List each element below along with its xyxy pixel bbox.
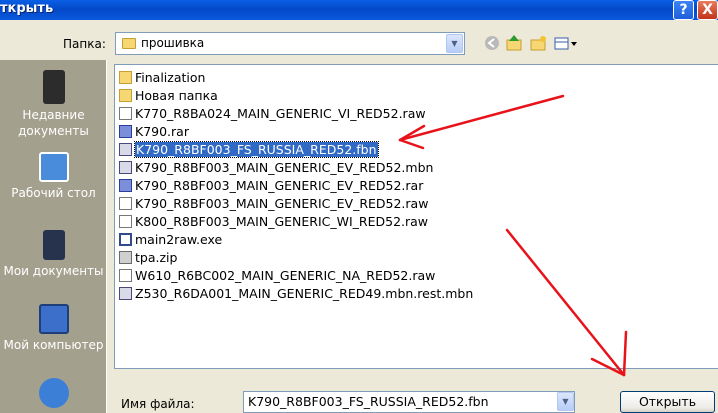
list-item[interactable]: W610_R6BC002_MAIN_GENERIC_NA_RED52.raw [119, 267, 435, 284]
list-item[interactable]: tpa.zip [119, 249, 177, 266]
folder-icon [119, 71, 132, 84]
places-desktop-label: Рабочий стол [11, 186, 96, 200]
close-button[interactable]: X [697, 0, 718, 20]
window-title: ткрыть [0, 1, 54, 16]
places-bar: Недавние документы Рабочий стол Мои доку… [0, 60, 107, 413]
file-name: Новая папка [135, 88, 218, 103]
places-desktop[interactable]: Рабочий стол [0, 152, 107, 201]
list-item[interactable]: K790_R8BF003_MAIN_GENERIC_EV_RED52.mbn [119, 159, 433, 176]
list-item[interactable]: Finalization [119, 69, 205, 86]
view-menu-icon[interactable] [554, 37, 577, 50]
file-list[interactable]: Finalization Новая папка K770_R8BA024_MA… [114, 64, 718, 369]
places-recent[interactable]: Недавние документы [0, 70, 107, 139]
exe-file-icon [119, 233, 132, 246]
raw-file-icon [119, 215, 132, 228]
file-name: K790_R8BF003_FS_RUSSIA_RED52.fbn [134, 141, 379, 158]
list-item[interactable]: main2raw.exe [119, 231, 222, 248]
my-documents-icon [42, 230, 65, 260]
folder-icon [122, 38, 136, 49]
folder-icon [119, 89, 132, 102]
binary-file-icon [119, 161, 132, 174]
raw-file-icon [119, 107, 132, 120]
file-name: K790_R8BF003_MAIN_GENERIC_EV_RED52.mbn [135, 160, 434, 175]
recent-documents-icon [42, 70, 65, 104]
list-item-selected[interactable]: K790_R8BF003_FS_RUSSIA_RED52.fbn [119, 141, 379, 158]
file-name: Z530_R6DA001_MAIN_GENERIC_RED49.mbn.rest… [135, 286, 474, 301]
file-name: K770_R8BA024_MAIN_GENERIC_VI_RED52.raw [135, 106, 426, 121]
places-recent-label-2: документы [18, 124, 89, 138]
list-item[interactable]: Новая папка [119, 87, 218, 104]
file-name: Finalization [135, 70, 206, 85]
chevron-down-icon[interactable]: ▼ [557, 392, 574, 411]
places-my-documents-label: Мои документы [3, 264, 104, 278]
back-icon[interactable] [485, 36, 499, 50]
new-folder-icon[interactable] [530, 36, 546, 51]
binary-file-icon [119, 143, 132, 156]
file-name: tpa.zip [135, 250, 178, 265]
title-bar: ткрыть ? X [0, 0, 718, 20]
list-item[interactable]: Z530_R6DA001_MAIN_GENERIC_RED49.mbn.rest… [119, 285, 473, 302]
list-item[interactable]: K790_R8BF003_MAIN_GENERIC_EV_RED52.rar [119, 177, 423, 194]
help-button[interactable]: ? [673, 0, 694, 20]
places-my-computer-label: Мой компьютер [3, 338, 104, 352]
toolbar [485, 35, 577, 51]
places-my-documents[interactable]: Мои документы [0, 230, 107, 279]
file-name: K790_R8BF003_MAIN_GENERIC_EV_RED52.raw [135, 196, 429, 211]
list-item[interactable]: K800_R8BF003_MAIN_GENERIC_WI_RED52.raw [119, 213, 428, 230]
open-button[interactable]: Открыть [620, 391, 715, 413]
file-name: K800_R8BF003_MAIN_GENERIC_WI_RED52.raw [135, 214, 429, 229]
list-item[interactable]: K770_R8BA024_MAIN_GENERIC_VI_RED52.raw [119, 105, 426, 122]
my-computer-icon [38, 304, 69, 334]
network-icon [38, 378, 69, 408]
places-network[interactable] [0, 378, 107, 411]
zip-archive-icon [119, 251, 132, 264]
filename-label: Имя файла: [121, 397, 195, 411]
binary-file-icon [119, 287, 132, 300]
desktop-icon [38, 152, 69, 182]
rar-archive-icon [119, 179, 132, 192]
chevron-down-icon[interactable]: ▼ [446, 34, 463, 53]
raw-file-icon [119, 197, 132, 210]
up-folder-icon[interactable] [506, 35, 522, 51]
list-item[interactable]: K790.rar [119, 123, 189, 140]
file-name: W610_R6BC002_MAIN_GENERIC_NA_RED52.raw [135, 268, 436, 283]
file-name: K790_R8BF003_MAIN_GENERIC_EV_RED52.rar [135, 178, 424, 193]
places-recent-label: Недавние [22, 108, 85, 122]
rar-archive-icon [119, 125, 132, 138]
raw-file-icon [119, 269, 132, 282]
filename-input[interactable]: K790_R8BF003_FS_RUSSIA_RED52.fbn [243, 391, 575, 413]
file-name: main2raw.exe [135, 232, 223, 247]
filename-dropdown[interactable]: ▼ [555, 391, 575, 413]
list-item[interactable]: K790_R8BF003_MAIN_GENERIC_EV_RED52.raw [119, 195, 428, 212]
lookin-combo[interactable]: прошивка ▼ [115, 32, 465, 55]
places-my-computer[interactable]: Мой компьютер [0, 304, 107, 353]
lookin-value: прошивка [141, 36, 205, 50]
lookin-label: Папка: [63, 37, 106, 51]
file-name: K790.rar [135, 124, 189, 139]
